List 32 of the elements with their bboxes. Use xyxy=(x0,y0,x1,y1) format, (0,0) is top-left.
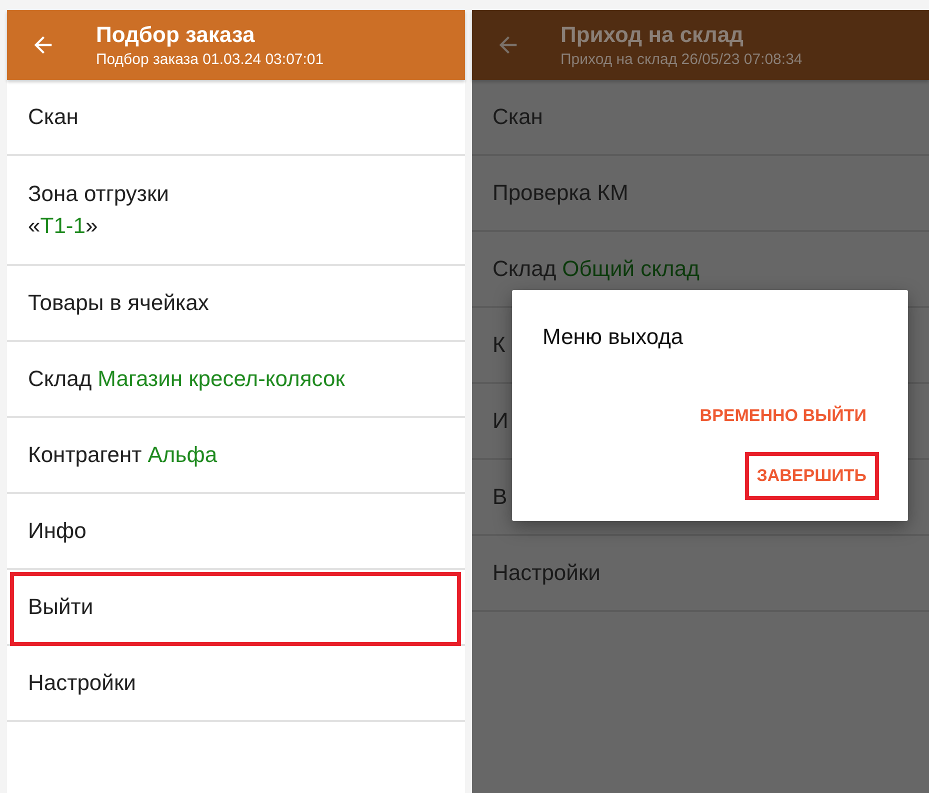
screen-title: Подбор заказа xyxy=(96,22,256,48)
item-value: Общий склад xyxy=(562,256,700,282)
item-label: Склад xyxy=(28,366,92,392)
menu-item[interactable]: Скан xyxy=(7,80,464,156)
item-label: Инфо xyxy=(28,518,86,544)
item-label: Проверка КМ xyxy=(492,180,628,206)
item-value: Магазин кресел-колясок xyxy=(98,366,345,392)
item-label: Настройки xyxy=(28,670,136,696)
item-label: Контрагент xyxy=(28,442,142,468)
item-label: В xyxy=(492,484,508,510)
item-label: К xyxy=(492,332,506,358)
item-label: Зона отгрузки xyxy=(28,181,169,207)
item-label: Выйти xyxy=(28,594,94,620)
menu-item[interactable]: Настройки xyxy=(7,646,464,722)
item-label: И xyxy=(492,408,508,434)
item-label: Скан xyxy=(492,104,543,130)
menu-item[interactable]: Товары в ячейках xyxy=(7,266,464,342)
item-label: Товары в ячейках xyxy=(28,290,209,316)
menu-item[interactable]: Инфо xyxy=(7,494,464,570)
item-value: «Т1-1» xyxy=(28,213,98,239)
menu-item[interactable]: Склад Магазин кресел-колясок xyxy=(7,342,464,418)
dialog-title: Меню выхода xyxy=(542,324,684,350)
item-label: Настройки xyxy=(492,560,600,586)
item-label: Скан xyxy=(28,104,78,130)
screen-title: Приход на склад xyxy=(560,22,745,48)
item-value: Альфа xyxy=(148,442,218,468)
screen-subtitle: Приход на склад 26/05/23 07:08:34 xyxy=(560,51,802,68)
item-label: Склад xyxy=(492,256,556,282)
menu-item[interactable]: Выйти xyxy=(7,570,464,646)
menu-item[interactable]: Контрагент Альфа xyxy=(7,418,464,494)
menu-item[interactable]: Зона отгрузки «Т1-1» xyxy=(7,156,464,266)
screen-subtitle: Подбор заказа 01.03.24 03:07:01 xyxy=(96,51,324,68)
